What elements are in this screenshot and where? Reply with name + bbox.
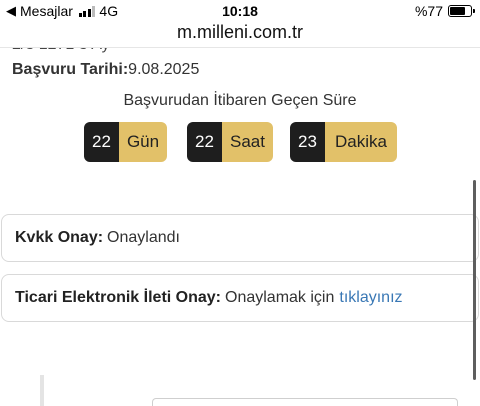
- approve-link[interactable]: tıklayınız: [339, 289, 402, 307]
- commercial-message-consent-card: Ticari Elektronik İleti Onay: Onaylamak …: [1, 274, 479, 322]
- kvkk-value: Onaylandı: [107, 229, 180, 246]
- commercial-consent-value: Onaylamak için: [225, 289, 335, 306]
- counter-hours: 22 Saat: [187, 122, 273, 162]
- counter-minutes-unit: Dakika: [325, 122, 397, 162]
- elapsed-title: Başvurudan İtibaren Geçen Süre: [123, 92, 357, 109]
- kvkk-consent-card: Kvkk Onay: Onaylandı: [1, 214, 479, 262]
- application-date-value: 9.08.2025: [128, 61, 200, 78]
- status-bar: ◀ Mesajlar 4G 10:18 %77: [0, 0, 480, 22]
- counter-days-value: 22: [84, 122, 119, 162]
- battery-icon: [448, 5, 475, 17]
- counter-minutes: 23 Dakika: [290, 122, 397, 162]
- bottom-divider: [40, 375, 44, 406]
- counter-minutes-value: 23: [290, 122, 325, 162]
- elapsed-counter: 22 Gün 22 Saat 23 Dakika: [0, 122, 480, 162]
- url-bar[interactable]: m.milleni.com.tr: [0, 20, 480, 48]
- status-time: 10:18: [222, 3, 258, 19]
- commercial-consent-label: Ticari Elektronik İleti Onay:: [15, 289, 221, 306]
- scrollbar[interactable]: [473, 180, 476, 380]
- battery-percent: %77: [414, 3, 443, 19]
- bottom-input-field[interactable]: [152, 398, 458, 406]
- counter-days: 22 Gün: [84, 122, 167, 162]
- counter-days-unit: Gün: [119, 122, 167, 162]
- counter-hours-unit: Saat: [222, 122, 273, 162]
- kvkk-label: Kvkk Onay:: [15, 229, 104, 246]
- counter-hours-value: 22: [187, 122, 222, 162]
- application-date: Başvuru Tarihi:9.08.2025: [12, 61, 199, 79]
- application-date-label: Başvuru Tarihi:: [12, 61, 129, 78]
- status-right: %77: [414, 3, 475, 19]
